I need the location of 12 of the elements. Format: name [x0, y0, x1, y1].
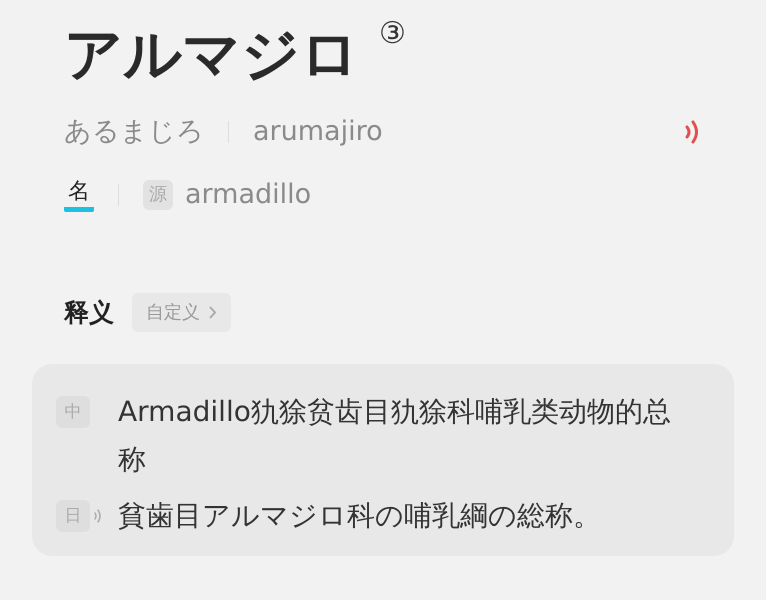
sound-icon[interactable] — [93, 508, 103, 524]
origin-badge: 源 — [143, 180, 173, 210]
kana-reading: あるまじろ — [64, 115, 204, 149]
romaji-reading: arumajiro — [253, 115, 383, 149]
origin-word: armadillo — [185, 178, 312, 212]
definition-text: Armadillo犰狳贫齿目犰狳科哺乳类动物的总称 — [118, 394, 672, 478]
part-of-speech-tab[interactable]: 名 — [64, 177, 94, 212]
section-title: 释义 — [64, 296, 114, 329]
pitch-accent: ③ — [379, 15, 406, 53]
chevron-right-icon — [208, 305, 217, 320]
headword: アルマジロ — [64, 19, 359, 90]
definition-text: 貧歯目アルマジロ科の哺乳綱の総称。 — [118, 498, 602, 534]
